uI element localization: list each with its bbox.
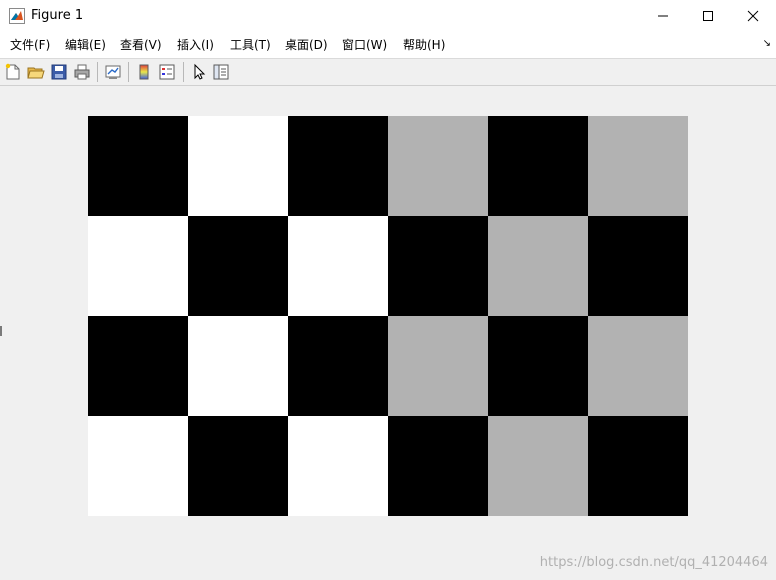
checker-cell [188,116,288,216]
window-edge-marker [0,326,2,336]
close-button[interactable] [730,0,776,32]
menu-insert[interactable]: 插入(I) [177,37,214,53]
checker-cell [388,316,488,416]
legend-icon[interactable] [158,63,176,81]
maximize-icon [703,11,713,21]
checker-cell [588,116,688,216]
menu-bar: 文件(F) 编辑(E) 查看(V) 插入(I) 工具(T) 桌面(D) 窗口(W… [0,32,776,59]
toolbar-separator [128,62,129,82]
save-icon[interactable] [50,63,68,81]
checker-cell [288,116,388,216]
title-bar: Figure 1 [0,0,776,32]
link-plot-icon[interactable] [104,63,122,81]
print-icon[interactable] [73,63,91,81]
window-title: Figure 1 [31,8,84,23]
minimize-button[interactable] [640,0,686,32]
checker-cell [288,216,388,316]
checker-cell [588,416,688,516]
close-icon [747,10,759,22]
toolbar-separator [183,62,184,82]
watermark: https://blog.csdn.net/qq_41204464 [539,555,768,570]
checker-cell [88,116,188,216]
checker-cell [188,316,288,416]
toolbar-separator [97,62,98,82]
minimize-icon [658,15,668,17]
toolbar [0,59,776,86]
menu-file[interactable]: 文件(F) [10,37,50,53]
checker-cell [388,416,488,516]
checker-cell [88,216,188,316]
new-figure-icon[interactable] [4,63,22,81]
property-inspector-icon[interactable] [212,63,230,81]
checkerboard-image [88,116,688,516]
checker-cell [188,216,288,316]
colorbar-icon[interactable] [135,63,153,81]
checker-cell [288,416,388,516]
checker-cell [88,316,188,416]
menu-tools[interactable]: 工具(T) [230,37,271,53]
checker-cell [588,316,688,416]
checker-cell [88,416,188,516]
matlab-icon [9,8,25,24]
checker-cell [488,416,588,516]
menu-desktop[interactable]: 桌面(D) [285,37,328,53]
menu-view[interactable]: 查看(V) [120,37,162,53]
open-file-icon[interactable] [27,63,45,81]
menu-edit[interactable]: 编辑(E) [65,37,106,53]
checker-cell [488,316,588,416]
checker-cell [488,216,588,316]
checker-cell [488,116,588,216]
dock-arrow-icon[interactable]: ↘ [763,38,771,49]
checker-cell [388,216,488,316]
figure-canvas: https://blog.csdn.net/qq_41204464 [0,86,776,580]
checker-cell [288,316,388,416]
checker-cell [388,116,488,216]
checker-cell [588,216,688,316]
menu-help[interactable]: 帮助(H) [403,37,445,53]
maximize-button[interactable] [685,0,731,32]
checker-cell [188,416,288,516]
menu-window[interactable]: 窗口(W) [342,37,387,53]
pointer-icon[interactable] [190,63,208,81]
